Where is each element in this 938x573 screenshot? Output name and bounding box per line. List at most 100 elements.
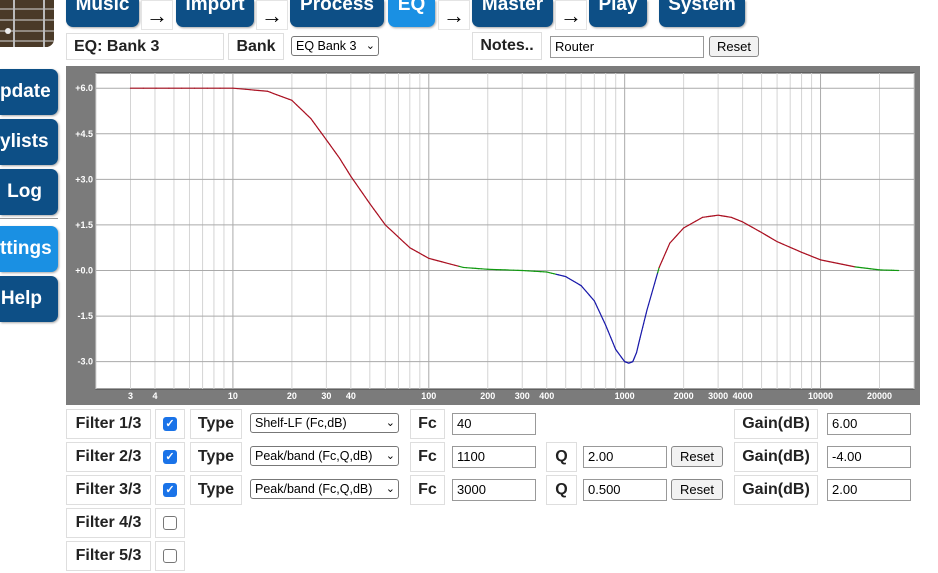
filter-2-q-reset-button[interactable]: Reset bbox=[671, 446, 723, 467]
filter-2-fc-label: Fc bbox=[410, 442, 445, 472]
filter-4-checkbox-cell bbox=[155, 508, 185, 538]
filter-2-q-label: Q bbox=[546, 442, 577, 472]
eq-curve-segment bbox=[841, 263, 848, 266]
filter-3-q-input[interactable]: 0.500 bbox=[583, 479, 667, 501]
filter-1-gain-input[interactable]: 6.00 bbox=[827, 413, 911, 435]
guitar-logo bbox=[0, 0, 54, 47]
filter-1-label: Filter 1/3 bbox=[66, 409, 151, 439]
filter-3-gain-label: Gain(dB) bbox=[734, 475, 818, 505]
filter-1-gain-label: Gain(dB) bbox=[734, 409, 818, 439]
filter-2-type-label: Type bbox=[190, 442, 242, 472]
filter-3-fc-label: Fc bbox=[410, 475, 445, 505]
notes-reset-button[interactable]: Reset bbox=[709, 36, 759, 57]
eq-curve-segment bbox=[824, 260, 830, 263]
filter-2-type-value: Peak/band (Fc,Q,dB) bbox=[255, 449, 373, 463]
x-tick-label: 300 bbox=[515, 391, 530, 401]
eq-response-svg: +6.0 +4.5 +3.0 +1.5 +0.0 -1.5 -3.0 3 4 10 20 30 40 10… bbox=[75, 72, 915, 401]
eq-curve-segment bbox=[837, 262, 843, 265]
filter-1-checkbox[interactable]: ✓ bbox=[163, 417, 177, 431]
nav-tab-system[interactable]: System bbox=[659, 0, 745, 27]
filter-5-checkbox[interactable] bbox=[163, 549, 177, 563]
nav-tab-master[interactable]: Master bbox=[472, 0, 553, 27]
x-tick-label: 40 bbox=[346, 391, 356, 401]
filter-3-type-select[interactable]: Peak/band (Fc,Q,dB) ⌄ bbox=[250, 479, 399, 499]
chevron-down-icon: ⌄ bbox=[385, 483, 395, 495]
filter-3-fc-input[interactable]: 3000 bbox=[452, 479, 536, 501]
x-tick-label: 3 bbox=[128, 391, 133, 401]
eq-curve-segment bbox=[819, 259, 826, 262]
filter-2-gain-input[interactable]: -4.00 bbox=[827, 446, 911, 468]
notes-input[interactable]: Router bbox=[550, 36, 704, 58]
x-tick-label: 200 bbox=[480, 391, 495, 401]
filter-2-checkbox-cell: ✓ bbox=[155, 442, 185, 472]
filter-3-q-reset-button[interactable]: Reset bbox=[671, 479, 723, 500]
nav-tab-music[interactable]: Music bbox=[66, 0, 139, 27]
x-tick-label: 4 bbox=[152, 391, 157, 401]
nav-tab-process[interactable]: Process bbox=[290, 0, 384, 27]
filter-2-type-select[interactable]: Peak/band (Fc,Q,dB) ⌄ bbox=[250, 446, 399, 466]
y-tick-label: +4.5 bbox=[75, 129, 93, 139]
filter-1-checkbox-cell: ✓ bbox=[155, 409, 185, 439]
filter-1-fc-label: Fc bbox=[410, 409, 445, 439]
filter-2-label: Filter 2/3 bbox=[66, 442, 151, 472]
nav-tab-eq[interactable]: EQ bbox=[388, 0, 435, 27]
sidebar-item-help[interactable]: Help bbox=[0, 276, 58, 322]
nav-tab-import[interactable]: Import bbox=[176, 0, 254, 27]
nav-tab-play[interactable]: Play bbox=[589, 0, 647, 27]
filter-4-checkbox[interactable] bbox=[163, 516, 177, 530]
filter-2-checkbox[interactable]: ✓ bbox=[163, 450, 177, 464]
x-tick-label: 400 bbox=[539, 391, 554, 401]
x-tick-label: 1000 bbox=[615, 391, 635, 401]
filter-2-q-input[interactable]: 2.00 bbox=[583, 446, 667, 468]
chevron-down-icon: ⌄ bbox=[385, 450, 395, 462]
y-tick-label: +3.0 bbox=[75, 174, 93, 184]
eq-curve-segment bbox=[832, 261, 839, 264]
filter-1-type-label: Type bbox=[190, 409, 242, 439]
x-tick-label: 20 bbox=[287, 391, 297, 401]
filter-1-type-value: Shelf-LF (Fc,dB) bbox=[255, 416, 347, 430]
sidebar-item-settings[interactable]: ttings bbox=[0, 226, 58, 272]
filter-2-fc-input[interactable]: 1100 bbox=[452, 446, 536, 468]
eq-curve-segment bbox=[828, 261, 835, 264]
filter-5-label: Filter 5/3 bbox=[66, 541, 151, 571]
notes-button[interactable]: Notes.. bbox=[472, 32, 542, 60]
x-tick-label: 10000 bbox=[808, 391, 833, 401]
x-tick-label: 20000 bbox=[867, 391, 892, 401]
sidebar-item-playlists[interactable]: ylists bbox=[0, 119, 58, 165]
y-tick-label: +1.5 bbox=[75, 220, 93, 230]
x-tick-label: 3000 bbox=[708, 391, 728, 401]
x-tick-label: 2000 bbox=[674, 391, 694, 401]
nav-arrow-3: → bbox=[438, 0, 470, 30]
eq-curve-segment bbox=[845, 264, 852, 267]
filter-3-gain-input[interactable]: 2.00 bbox=[827, 479, 911, 501]
plot-area bbox=[95, 72, 915, 390]
bank-label: Bank bbox=[228, 33, 284, 60]
filter-1-fc-input[interactable]: 40 bbox=[452, 413, 536, 435]
filter-4-label: Filter 4/3 bbox=[66, 508, 151, 538]
y-tick-label: -1.5 bbox=[77, 311, 93, 321]
filter-3-q-label: Q bbox=[546, 475, 577, 505]
bank-select-value: EQ Bank 3 bbox=[296, 39, 357, 53]
x-tick-label: 30 bbox=[321, 391, 331, 401]
filter-3-checkbox[interactable]: ✓ bbox=[163, 483, 177, 497]
chevron-down-icon: ⌄ bbox=[385, 417, 395, 429]
y-tick-label: +6.0 bbox=[75, 83, 93, 93]
bank-select[interactable]: EQ Bank 3 ⌄ bbox=[291, 36, 379, 56]
x-tick-label: 10 bbox=[228, 391, 238, 401]
guitar-logo-art bbox=[0, 0, 54, 47]
x-tick-label: 4000 bbox=[733, 391, 753, 401]
filter-3-type-value: Peak/band (Fc,Q,dB) bbox=[255, 482, 373, 496]
filter-3-label: Filter 3/3 bbox=[66, 475, 151, 505]
sidebar-item-update[interactable]: pdate bbox=[0, 69, 58, 115]
filter-3-checkbox-cell: ✓ bbox=[155, 475, 185, 505]
filter-2-gain-label: Gain(dB) bbox=[734, 442, 818, 472]
nav-arrow-4: → bbox=[555, 0, 587, 30]
filter-3-type-label: Type bbox=[190, 475, 242, 505]
filter-1-type-select[interactable]: Shelf-LF (Fc,dB) ⌄ bbox=[250, 413, 399, 433]
y-tick-label: -3.0 bbox=[77, 357, 93, 367]
sidebar-item-log[interactable]: Log bbox=[0, 169, 58, 215]
x-tick-label: 100 bbox=[421, 391, 436, 401]
y-tick-label: +0.0 bbox=[75, 266, 93, 276]
sidebar-divider bbox=[0, 218, 58, 219]
chevron-down-icon: ⌄ bbox=[365, 40, 375, 52]
